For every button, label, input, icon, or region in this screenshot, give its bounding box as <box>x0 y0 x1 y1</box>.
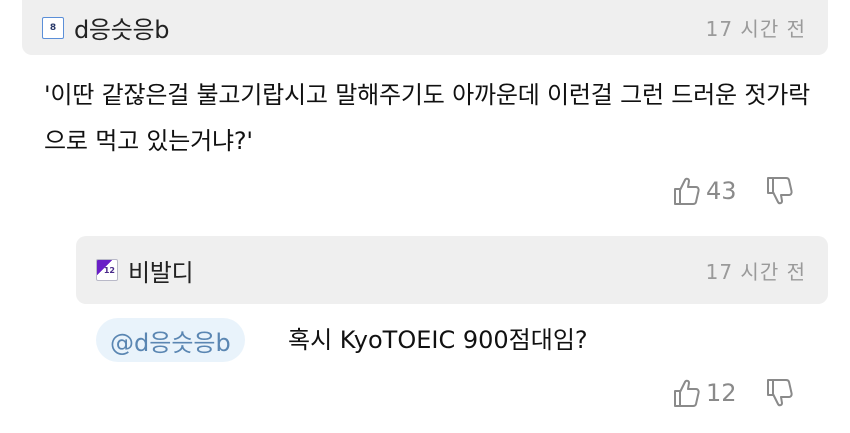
upvote-button[interactable]: 43 <box>672 176 737 206</box>
thumbs-up-icon <box>674 177 700 205</box>
reply-vote-row: 12 <box>672 378 793 408</box>
comment-body: '이딴 같잖은걸 불고기랍시고 말해주기도 아까운데 이런걸 그런 드러운 젓가… <box>44 81 810 155</box>
level-badge-icon: 8 <box>42 16 64 39</box>
reply-body: 혹시 KyoTOEIC 900점대임? <box>288 326 588 354</box>
comment-username[interactable]: d응슷응b <box>74 10 170 45</box>
comment-header: 8 d응슷응b 17 시간 전 <box>22 0 828 55</box>
upvote-button[interactable]: 12 <box>672 378 737 408</box>
thumbs-up-icon <box>674 379 700 407</box>
level-badge-icon: 12 <box>96 259 118 281</box>
downvote-button[interactable] <box>765 378 793 408</box>
comment-timestamp: 17 시간 전 <box>705 17 806 41</box>
reply-timestamp: 17 시간 전 <box>705 259 806 284</box>
upvote-count: 12 <box>706 379 737 407</box>
reply-username[interactable]: 비발디 <box>128 253 194 288</box>
thumbs-down-icon <box>766 379 793 407</box>
comment-vote-row: 43 <box>672 176 793 206</box>
downvote-button[interactable] <box>765 176 793 206</box>
thumbs-down-icon <box>766 177 793 205</box>
upvote-count: 43 <box>706 177 737 205</box>
comment-thread: 8 d응슷응b 17 시간 전 '이딴 같잖은걸 불고기랍시고 말해주기도 아까… <box>0 0 850 433</box>
reply-header: 12 비발디 17 시간 전 <box>76 236 828 304</box>
mention-link[interactable]: @d응슷응b <box>96 318 245 362</box>
